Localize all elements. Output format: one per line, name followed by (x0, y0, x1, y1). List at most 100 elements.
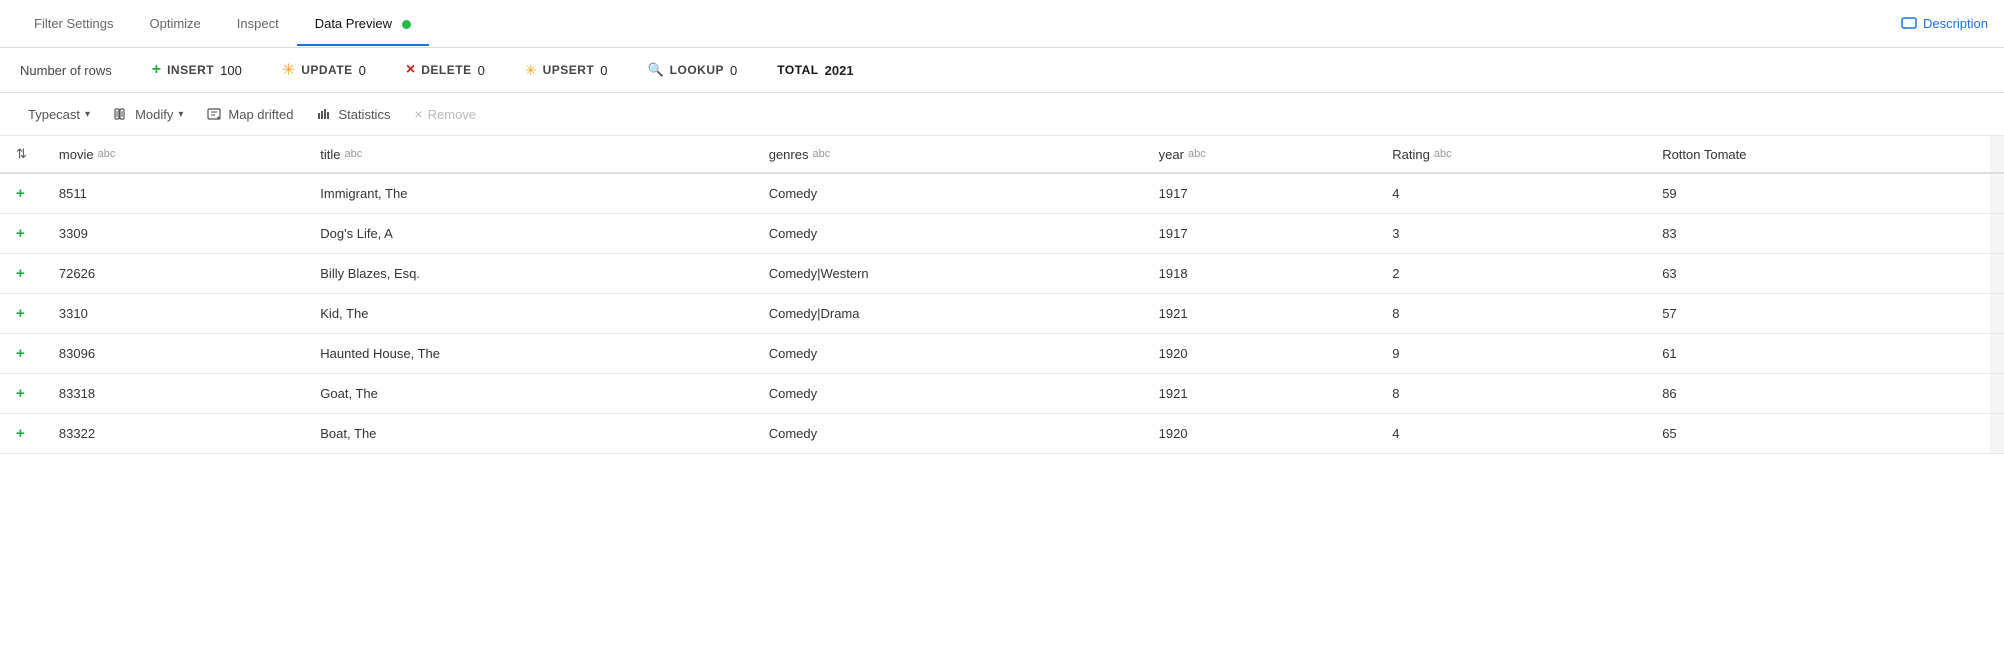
scrollbar-cell (1990, 414, 2004, 454)
cell-movie: 83318 (43, 374, 304, 414)
scrollbar-header (1990, 136, 2004, 173)
cell-movie: 83096 (43, 334, 304, 374)
statistics-button[interactable]: Statistics (305, 102, 402, 127)
row-insert-icon[interactable]: + (0, 374, 43, 414)
col-header-rotten-tomatoes[interactable]: Rotton Tomate (1646, 136, 1990, 173)
cell-rating: 8 (1376, 294, 1646, 334)
cell-movie: 8511 (43, 173, 304, 214)
table-row: +83096Haunted House, TheComedy1920961 (0, 334, 2004, 374)
cell-genres: Comedy|Western (753, 254, 1143, 294)
stat-total: TOTAL 2021 (777, 63, 853, 78)
modify-icon (114, 107, 128, 121)
table-row: +3310Kid, TheComedy|Drama1921857 (0, 294, 2004, 334)
cell-rating: 4 (1376, 414, 1646, 454)
row-insert-icon[interactable]: + (0, 173, 43, 214)
cell-title: Goat, The (304, 374, 752, 414)
col-header-sort[interactable]: ⇅ (0, 136, 43, 173)
stat-lookup: 🔍 LOOKUP 0 (647, 62, 737, 78)
cell-movie: 3309 (43, 214, 304, 254)
stat-update: ✳ UPDATE 0 (282, 60, 366, 80)
cell-rotten_tomatoes: 61 (1646, 334, 1990, 374)
description-button[interactable]: Description (1901, 16, 1988, 31)
insert-icon: + (152, 61, 161, 79)
cell-title: Immigrant, The (304, 173, 752, 214)
scrollbar-cell (1990, 334, 2004, 374)
table-row: +83318Goat, TheComedy1921886 (0, 374, 2004, 414)
row-insert-icon[interactable]: + (0, 294, 43, 334)
modify-chevron-icon: ▾ (178, 109, 183, 120)
toolbar: Typecast ▾ Modify ▾ Map drifted Statisti… (0, 93, 2004, 136)
modify-button[interactable]: Modify ▾ (102, 102, 195, 127)
row-insert-icon[interactable]: + (0, 414, 43, 454)
table-row: +83322Boat, TheComedy1920465 (0, 414, 2004, 454)
table-row: +8511Immigrant, TheComedy1917459 (0, 173, 2004, 214)
col-header-rating[interactable]: Rating abc (1376, 136, 1646, 173)
cell-rating: 9 (1376, 334, 1646, 374)
cell-year: 1921 (1143, 294, 1377, 334)
cell-genres: Comedy (753, 334, 1143, 374)
map-drifted-icon (207, 107, 221, 121)
tab-inspect[interactable]: Inspect (219, 2, 297, 45)
cell-year: 1920 (1143, 414, 1377, 454)
row-count-label: Number of rows (20, 63, 112, 78)
table-row: +3309Dog's Life, AComedy1917383 (0, 214, 2004, 254)
tab-optimize[interactable]: Optimize (131, 2, 218, 45)
cell-title: Dog's Life, A (304, 214, 752, 254)
stat-upsert: ✳ UPSERT 0 (525, 62, 608, 79)
delete-icon: × (406, 61, 415, 79)
cell-title: Boat, The (304, 414, 752, 454)
col-header-title[interactable]: title abc (304, 136, 752, 173)
update-icon: ✳ (282, 60, 295, 80)
cell-genres: Comedy|Drama (753, 294, 1143, 334)
active-dot (402, 20, 411, 29)
cell-title: Billy Blazes, Esq. (304, 254, 752, 294)
remove-button[interactable]: × Remove (402, 101, 488, 127)
sort-arrows-icon: ⇅ (16, 146, 27, 162)
col-header-movie[interactable]: movie abc (43, 136, 304, 173)
table-body: +8511Immigrant, TheComedy1917459+3309Dog… (0, 173, 2004, 454)
tab-data-preview[interactable]: Data Preview (297, 2, 429, 45)
table-header-row: ⇅ movie abc title abc (0, 136, 2004, 173)
typecast-button[interactable]: Typecast ▾ (16, 102, 102, 127)
row-insert-icon[interactable]: + (0, 334, 43, 374)
cell-rating: 3 (1376, 214, 1646, 254)
row-insert-icon[interactable]: + (0, 254, 43, 294)
data-table-container[interactable]: ⇅ movie abc title abc (0, 136, 2004, 454)
scrollbar-cell (1990, 294, 2004, 334)
cell-genres: Comedy (753, 214, 1143, 254)
cell-genres: Comedy (753, 374, 1143, 414)
cell-title: Haunted House, The (304, 334, 752, 374)
data-table: ⇅ movie abc title abc (0, 136, 2004, 454)
stat-insert: + INSERT 100 (152, 61, 242, 79)
cell-rating: 8 (1376, 374, 1646, 414)
cell-rotten_tomatoes: 63 (1646, 254, 1990, 294)
row-insert-icon[interactable]: + (0, 214, 43, 254)
map-drifted-button[interactable]: Map drifted (195, 102, 305, 127)
typecast-chevron-icon: ▾ (85, 109, 90, 120)
cell-movie: 72626 (43, 254, 304, 294)
lookup-icon: 🔍 (647, 62, 663, 78)
stat-delete: × DELETE 0 (406, 61, 485, 79)
cell-genres: Comedy (753, 173, 1143, 214)
remove-icon: × (414, 106, 422, 122)
cell-genres: Comedy (753, 414, 1143, 454)
cell-movie: 83322 (43, 414, 304, 454)
cell-rotten_tomatoes: 65 (1646, 414, 1990, 454)
cell-rotten_tomatoes: 59 (1646, 173, 1990, 214)
top-nav: Filter Settings Optimize Inspect Data Pr… (0, 0, 2004, 48)
statistics-icon (317, 107, 331, 121)
col-header-genres[interactable]: genres abc (753, 136, 1143, 173)
upsert-icon: ✳ (525, 62, 537, 79)
cell-rotten_tomatoes: 83 (1646, 214, 1990, 254)
cell-rating: 2 (1376, 254, 1646, 294)
chat-icon (1901, 17, 1917, 31)
cell-rotten_tomatoes: 86 (1646, 374, 1990, 414)
cell-year: 1921 (1143, 374, 1377, 414)
cell-movie: 3310 (43, 294, 304, 334)
scrollbar-cell (1990, 173, 2004, 214)
tab-filter-settings[interactable]: Filter Settings (16, 2, 131, 45)
scrollbar-cell (1990, 374, 2004, 414)
col-header-year[interactable]: year abc (1143, 136, 1377, 173)
table-row: +72626Billy Blazes, Esq.Comedy|Western19… (0, 254, 2004, 294)
scrollbar-cell (1990, 254, 2004, 294)
